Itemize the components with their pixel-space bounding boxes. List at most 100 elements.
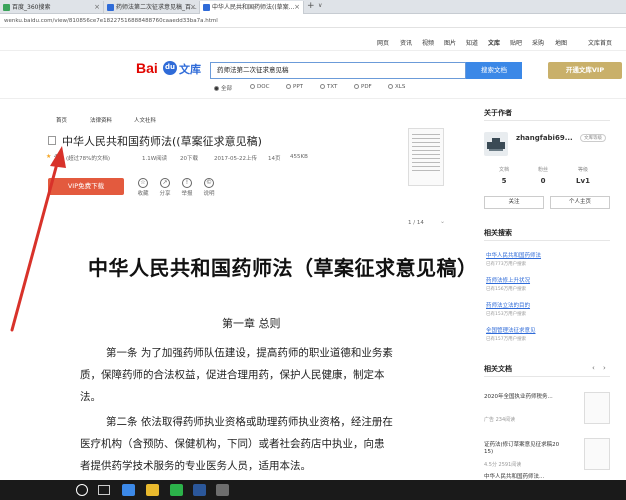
document-main-title: 中华人民共和国药师法（草案征求意见稿）	[88, 256, 478, 280]
divider	[0, 98, 626, 99]
radio-icon	[354, 84, 359, 89]
tab-favicon-icon	[3, 4, 10, 11]
logo-du-text: du	[165, 63, 175, 71]
task-view-icon[interactable]	[98, 485, 110, 495]
breadcrumb-item[interactable]: 首页	[56, 116, 67, 124]
related-search-sub: 已有773万用户搜索	[486, 262, 527, 267]
related-docs-heading: 相关文档	[484, 365, 512, 373]
related-doc-thumbnail[interactable]	[584, 392, 610, 424]
nav-link[interactable]: 网页	[377, 38, 389, 47]
tab-list-chevron-icon[interactable]: ∨	[318, 2, 322, 9]
tab-close-icon[interactable]: ×	[94, 1, 100, 14]
stat-label: 等级	[577, 167, 588, 173]
folder-icon[interactable]	[146, 484, 159, 496]
document-thumbnail[interactable]	[408, 128, 444, 186]
stat-value: 0	[540, 177, 546, 185]
vip-free-download-button[interactable]: VIP免费下载	[48, 178, 124, 195]
related-doc-title-cont: 15)	[484, 449, 494, 455]
author-name[interactable]: zhangfabi69...	[516, 134, 573, 142]
related-search-link[interactable]: 药师法立法的目的	[486, 301, 530, 309]
nav-link[interactable]: 视频	[422, 38, 434, 47]
browser-tab[interactable]: 药师法第二次征求意见稿_百... ×	[104, 1, 200, 14]
browser-tab-active[interactable]: 中华人民共和国药师法((草案... ×	[200, 1, 304, 14]
tab-close-icon[interactable]: ×	[190, 1, 196, 14]
related-search-link[interactable]: 药师法修上升状况	[486, 276, 530, 284]
related-search-heading: 相关搜索	[484, 229, 512, 237]
address-bar[interactable]: wenku.baidu.com/view/810856ce7e182275168…	[0, 14, 626, 28]
info-button[interactable]: © 说明	[198, 178, 220, 197]
related-search-link[interactable]: 中华人民共和国药师法	[486, 251, 541, 259]
nav-link[interactable]: 知道	[466, 38, 478, 47]
browser-taskbar-icon[interactable]	[122, 484, 135, 496]
share-button[interactable]: ↗ 分享	[154, 178, 176, 197]
radio-icon	[320, 84, 325, 89]
stat-value: Lv1	[576, 177, 590, 185]
doc-date: 2017-05-22上传	[214, 156, 257, 162]
app-icon[interactable]	[216, 484, 229, 496]
nav-link[interactable]: 地图	[555, 38, 567, 47]
related-doc-thumbnail[interactable]	[584, 438, 610, 470]
related-doc-title[interactable]: 中华人民共和国药师法...	[484, 472, 544, 480]
related-search-sub: 已有157万用户搜索	[486, 337, 527, 342]
paragraph-line: 第一条 为了加强药师队伍建设，提高药师的职业道德和业务素	[106, 347, 393, 359]
filetype-label: XLS	[395, 84, 406, 90]
related-doc-title[interactable]: 证药法(修订草案意见征求稿20	[484, 440, 559, 448]
avatar[interactable]	[484, 132, 508, 156]
page-counter: 1 / 14	[408, 220, 424, 226]
prev-arrow-icon[interactable]: ‹	[592, 364, 595, 372]
wenku-home-link[interactable]: 文库首页	[588, 38, 612, 47]
nav-link[interactable]: 资讯	[400, 38, 412, 47]
nav-link[interactable]: 采购	[532, 38, 544, 47]
related-search-sub: 已有153万用户搜索	[486, 312, 527, 317]
tab-label: 中华人民共和国药师法((草案...	[212, 4, 295, 11]
new-tab-button[interactable]: +	[307, 0, 315, 13]
filetype-radio-all[interactable]: 全部	[214, 84, 232, 92]
baidu-logo-text[interactable]: Bai	[136, 60, 158, 76]
tab-close-icon[interactable]: ×	[294, 1, 300, 14]
radio-icon	[214, 86, 219, 91]
follow-button[interactable]: 关注	[484, 196, 544, 209]
star-rating-icon: ★	[46, 153, 52, 160]
nav-link[interactable]: 贴吧	[510, 38, 522, 47]
related-doc-meta: 广告 234阅读	[484, 417, 516, 423]
next-arrow-icon[interactable]: ›	[603, 364, 606, 372]
homepage-button[interactable]: 个人主页	[550, 196, 610, 209]
word-icon[interactable]	[193, 484, 206, 496]
tab-label: 药师法第二次征求意见稿_百...	[116, 4, 197, 11]
wenku-logo-text[interactable]: 文库	[179, 61, 201, 77]
related-search-sub: 已有156万用户搜索	[486, 287, 527, 292]
nav-link-active[interactable]: 文库	[488, 38, 500, 47]
alert-icon: !	[182, 178, 192, 188]
breadcrumb-item[interactable]: 法律资料	[90, 116, 112, 124]
search-button[interactable]: 搜索文档	[466, 62, 522, 79]
action-label: 分享	[159, 191, 171, 197]
chapter-heading: 第一章 总则	[222, 317, 281, 330]
paragraph-line: 第二条 依法取得药师执业资格或助理药师执业资格，经注册在	[106, 416, 393, 428]
action-label: 收藏	[137, 191, 149, 197]
search-icon[interactable]	[76, 484, 88, 496]
filetype-label: 全部	[221, 86, 233, 92]
radio-icon	[388, 84, 393, 89]
document-title: 中华人民共和国药师法((草案征求意见稿)	[62, 135, 262, 148]
filetype-radio-ppt[interactable]: PPT	[286, 84, 303, 90]
related-doc-title[interactable]: 2020年全国执业药师税务...	[484, 392, 553, 400]
filetype-radio-doc[interactable]: DOC	[250, 84, 269, 90]
action-label: 说明	[203, 191, 215, 197]
search-input[interactable]: 药师法第二次征求意见稿	[210, 62, 466, 79]
open-vip-button[interactable]: 开通文库VIP	[548, 62, 622, 79]
action-label: 举报	[181, 191, 193, 197]
filetype-radio-txt[interactable]: TXT	[320, 84, 337, 90]
chevron-down-icon[interactable]: ⌄	[440, 218, 445, 225]
wechat-icon[interactable]	[170, 484, 183, 496]
filetype-radio-pdf[interactable]: PDF	[354, 84, 372, 90]
nav-link[interactable]: 图片	[444, 38, 456, 47]
tab-favicon-icon	[107, 4, 114, 11]
report-button[interactable]: ! 举报	[176, 178, 198, 197]
stat-label: 粉丝	[537, 167, 548, 173]
divider	[484, 376, 610, 377]
related-search-link[interactable]: 全国管理法征求意见	[486, 326, 536, 334]
filetype-radio-xls[interactable]: XLS	[388, 84, 405, 90]
browser-tab[interactable]: 百度_360搜索 ×	[0, 1, 104, 14]
favorite-button[interactable]: ☆ 收藏	[132, 178, 154, 197]
breadcrumb-item[interactable]: 人文社科	[134, 116, 156, 124]
